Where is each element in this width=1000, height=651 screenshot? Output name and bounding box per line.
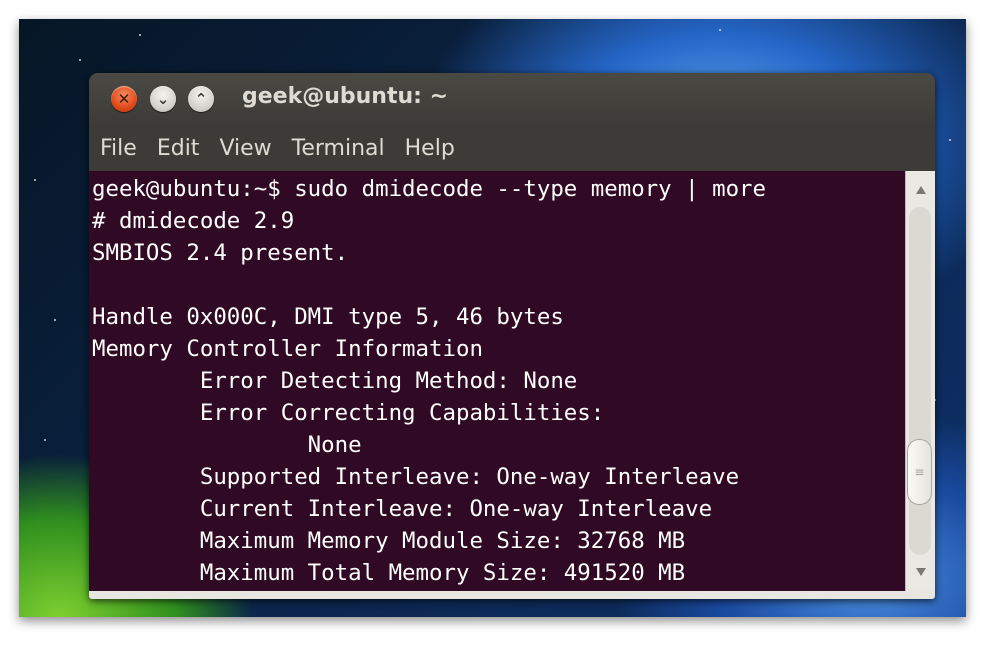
terminal-line: Maximum Memory Module Size: 32768 MB xyxy=(92,528,686,554)
scroll-up-button[interactable] xyxy=(906,175,935,205)
maximize-icon: ⌃ xyxy=(194,89,208,108)
terminal-line: None xyxy=(92,432,362,458)
menu-bar: File Edit View Terminal Help xyxy=(89,125,935,171)
terminal-line: Supported Interleave: One-way Interleave xyxy=(92,464,740,490)
menu-help[interactable]: Help xyxy=(395,136,465,161)
minimize-window-button[interactable]: ⌄ xyxy=(150,86,176,112)
maximize-window-button[interactable]: ⌃ xyxy=(188,86,214,112)
scroll-down-arrow-icon xyxy=(915,568,926,576)
menu-view[interactable]: View xyxy=(209,136,281,161)
terminal-line: # dmidecode 2.9 xyxy=(92,208,295,234)
terminal-line: SMBIOS 2.4 present. xyxy=(92,240,349,266)
desktop-background: ✕ ⌄ ⌃ geek@ubuntu: ~ File Edit View Term… xyxy=(19,19,966,617)
close-icon: ✕ xyxy=(117,89,131,108)
terminal-line: geek@ubuntu:~$ sudo dmidecode --type mem… xyxy=(92,176,767,202)
grip-icon: ≡ xyxy=(914,465,925,479)
terminal-line: Error Correcting Capabilities: xyxy=(92,400,605,426)
terminal-line: Error Detecting Method: None xyxy=(92,368,578,394)
terminal-window[interactable]: ✕ ⌄ ⌃ geek@ubuntu: ~ File Edit View Term… xyxy=(89,73,935,599)
menu-terminal[interactable]: Terminal xyxy=(282,136,395,161)
terminal-line: Handle 0x000C, DMI type 5, 46 bytes xyxy=(92,304,564,330)
window-title: geek@ubuntu: ~ xyxy=(242,84,449,109)
star-decoration xyxy=(139,34,141,36)
terminal-line: Maximum Total Memory Size: 491520 MB xyxy=(92,560,686,586)
scroll-down-button[interactable] xyxy=(906,557,935,587)
star-decoration xyxy=(949,139,951,141)
star-decoration xyxy=(79,59,81,61)
star-decoration xyxy=(34,179,36,181)
terminal-line: Current Interleave: One-way Interleave xyxy=(92,496,713,522)
window-bottom-border xyxy=(89,591,935,599)
star-decoration xyxy=(44,439,46,441)
scroll-thumb[interactable]: ≡ xyxy=(907,439,932,505)
close-window-button[interactable]: ✕ xyxy=(111,86,137,112)
vertical-scrollbar[interactable]: ≡ xyxy=(905,171,935,591)
star-decoration xyxy=(54,319,56,321)
star-decoration xyxy=(719,29,721,31)
menu-file[interactable]: File xyxy=(89,136,147,161)
scroll-up-arrow-icon xyxy=(915,186,926,194)
menu-edit[interactable]: Edit xyxy=(147,136,210,161)
terminal-output[interactable]: geek@ubuntu:~$ sudo dmidecode --type mem… xyxy=(89,171,905,591)
window-titlebar[interactable]: ✕ ⌄ ⌃ geek@ubuntu: ~ xyxy=(89,73,935,125)
terminal-line: Memory Controller Information xyxy=(92,336,483,362)
minimize-icon: ⌄ xyxy=(156,89,170,108)
